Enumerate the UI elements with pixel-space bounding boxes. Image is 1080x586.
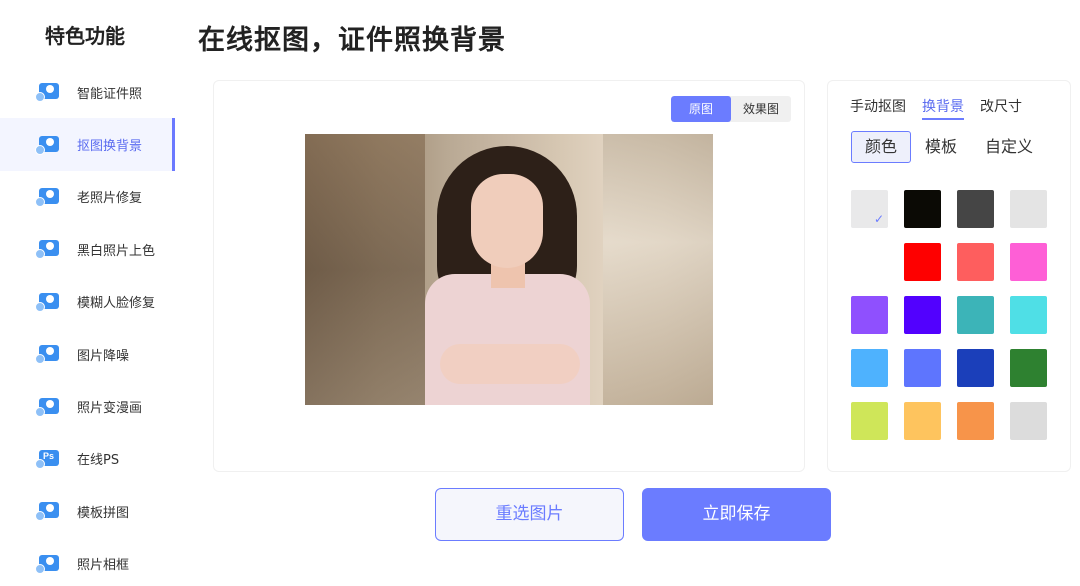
sidebar: 特色功能 智能证件照抠图换背景老照片修复黑白照片上色 模糊人脸修复 图片降噪照片变漫… — [0, 0, 180, 586]
reselect-image-button[interactable]: 重选图片 — [435, 488, 624, 541]
color-swatch[interactable] — [904, 243, 941, 281]
sidebar-item[interactable]: 照片变漫画 — [0, 380, 175, 432]
sidebar-item[interactable]: 智能证件照 — [0, 66, 175, 118]
subject-arms — [440, 344, 580, 384]
background-blur-left — [305, 134, 425, 405]
color-swatch[interactable] — [1010, 296, 1047, 334]
color-swatch[interactable] — [851, 349, 888, 387]
color-swatch[interactable] — [1010, 349, 1047, 387]
color-swatch[interactable] — [904, 402, 941, 440]
color-swatch[interactable] — [957, 243, 994, 281]
colorize-icon — [35, 239, 59, 260]
sidebar-item[interactable]: Ps 在线PS — [0, 433, 175, 485]
sidebar-item-label: 模板拼图 — [77, 505, 130, 521]
panel-tab[interactable]: 手动抠图 — [850, 96, 906, 120]
view-toggle: 原图 效果图 — [671, 96, 791, 122]
color-swatch[interactable] — [957, 296, 994, 334]
color-swatch[interactable] — [851, 190, 888, 228]
old-photo-repair-icon — [35, 187, 59, 207]
background-subtabs: 颜色 模板 自定义 — [851, 131, 1047, 163]
frame-icon — [35, 554, 59, 574]
sidebar-title: 特色功能 — [45, 24, 125, 48]
puzzle-icon — [35, 501, 59, 522]
background-subtab[interactable]: 自定义 — [971, 131, 1047, 163]
color-swatch[interactable] — [851, 402, 888, 440]
subject-dress — [425, 274, 590, 405]
color-swatch[interactable] — [1010, 190, 1047, 228]
save-now-button[interactable]: 立即保存 — [642, 488, 831, 541]
color-swatch[interactable] — [1010, 243, 1047, 281]
sidebar-item-label: 黑白照片上色 — [77, 243, 156, 259]
id-photo-icon — [35, 82, 59, 103]
background-subtab[interactable]: 模板 — [911, 131, 971, 163]
color-swatch[interactable] — [1010, 402, 1047, 440]
color-swatch[interactable] — [957, 349, 994, 387]
color-swatch[interactable] — [904, 349, 941, 387]
color-swatch[interactable] — [851, 296, 888, 334]
sidebar-item[interactable]: 模板拼图 — [0, 485, 175, 537]
sidebar-item[interactable]: 照片相框 — [0, 538, 175, 586]
sidebar-list: 智能证件照抠图换背景老照片修复黑白照片上色 模糊人脸修复 图片降噪照片变漫画 Ps 在线… — [0, 66, 175, 586]
view-toggle-option[interactable]: 原图 — [671, 96, 731, 122]
sidebar-item-label: 照片相框 — [77, 558, 130, 574]
color-swatch[interactable] — [957, 190, 994, 228]
sidebar-item-label: 模糊人脸修复 — [77, 296, 156, 312]
background-blur-right — [603, 134, 713, 405]
sidebar-item[interactable]: 抠图换背景 — [0, 118, 175, 172]
color-swatch[interactable] — [957, 402, 994, 440]
cartoon-icon — [35, 397, 59, 417]
cutout-icon — [35, 135, 59, 155]
sidebar-item[interactable]: 图片降噪 — [0, 328, 175, 380]
color-swatch[interactable] — [904, 296, 941, 334]
page-title: 在线抠图，证件照换背景 — [198, 25, 506, 56]
sidebar-item-label: 照片变漫画 — [77, 401, 143, 417]
background-subtab[interactable]: 颜色 — [851, 131, 912, 163]
color-swatch-grid — [851, 190, 1051, 440]
view-toggle-option[interactable]: 效果图 — [731, 96, 791, 122]
sidebar-item-label: 抠图换背景 — [77, 139, 143, 155]
sidebar-item[interactable]: 模糊人脸修复 — [0, 276, 175, 328]
color-swatch[interactable] — [851, 243, 888, 281]
color-swatch[interactable] — [904, 190, 941, 228]
panel-tab[interactable]: 换背景 — [922, 96, 964, 120]
panel-tabs: 手动抠图 换背景 改尺寸 — [850, 96, 1038, 120]
ps-icon: Ps — [35, 449, 59, 469]
sidebar-item-label: 老照片修复 — [77, 191, 143, 207]
panel-tab[interactable]: 改尺寸 — [980, 96, 1022, 120]
preview-image — [305, 134, 713, 405]
sidebar-item-label: 图片降噪 — [77, 348, 130, 364]
sidebar-item-label: 智能证件照 — [77, 86, 143, 102]
sidebar-item-label: 在线PS — [77, 453, 120, 469]
subject-face — [471, 174, 543, 268]
sidebar-item[interactable]: 黑白照片上色 — [0, 223, 175, 275]
face-repair-icon — [35, 292, 59, 312]
sidebar-item[interactable]: 老照片修复 — [0, 171, 175, 223]
denoise-icon — [35, 344, 59, 365]
